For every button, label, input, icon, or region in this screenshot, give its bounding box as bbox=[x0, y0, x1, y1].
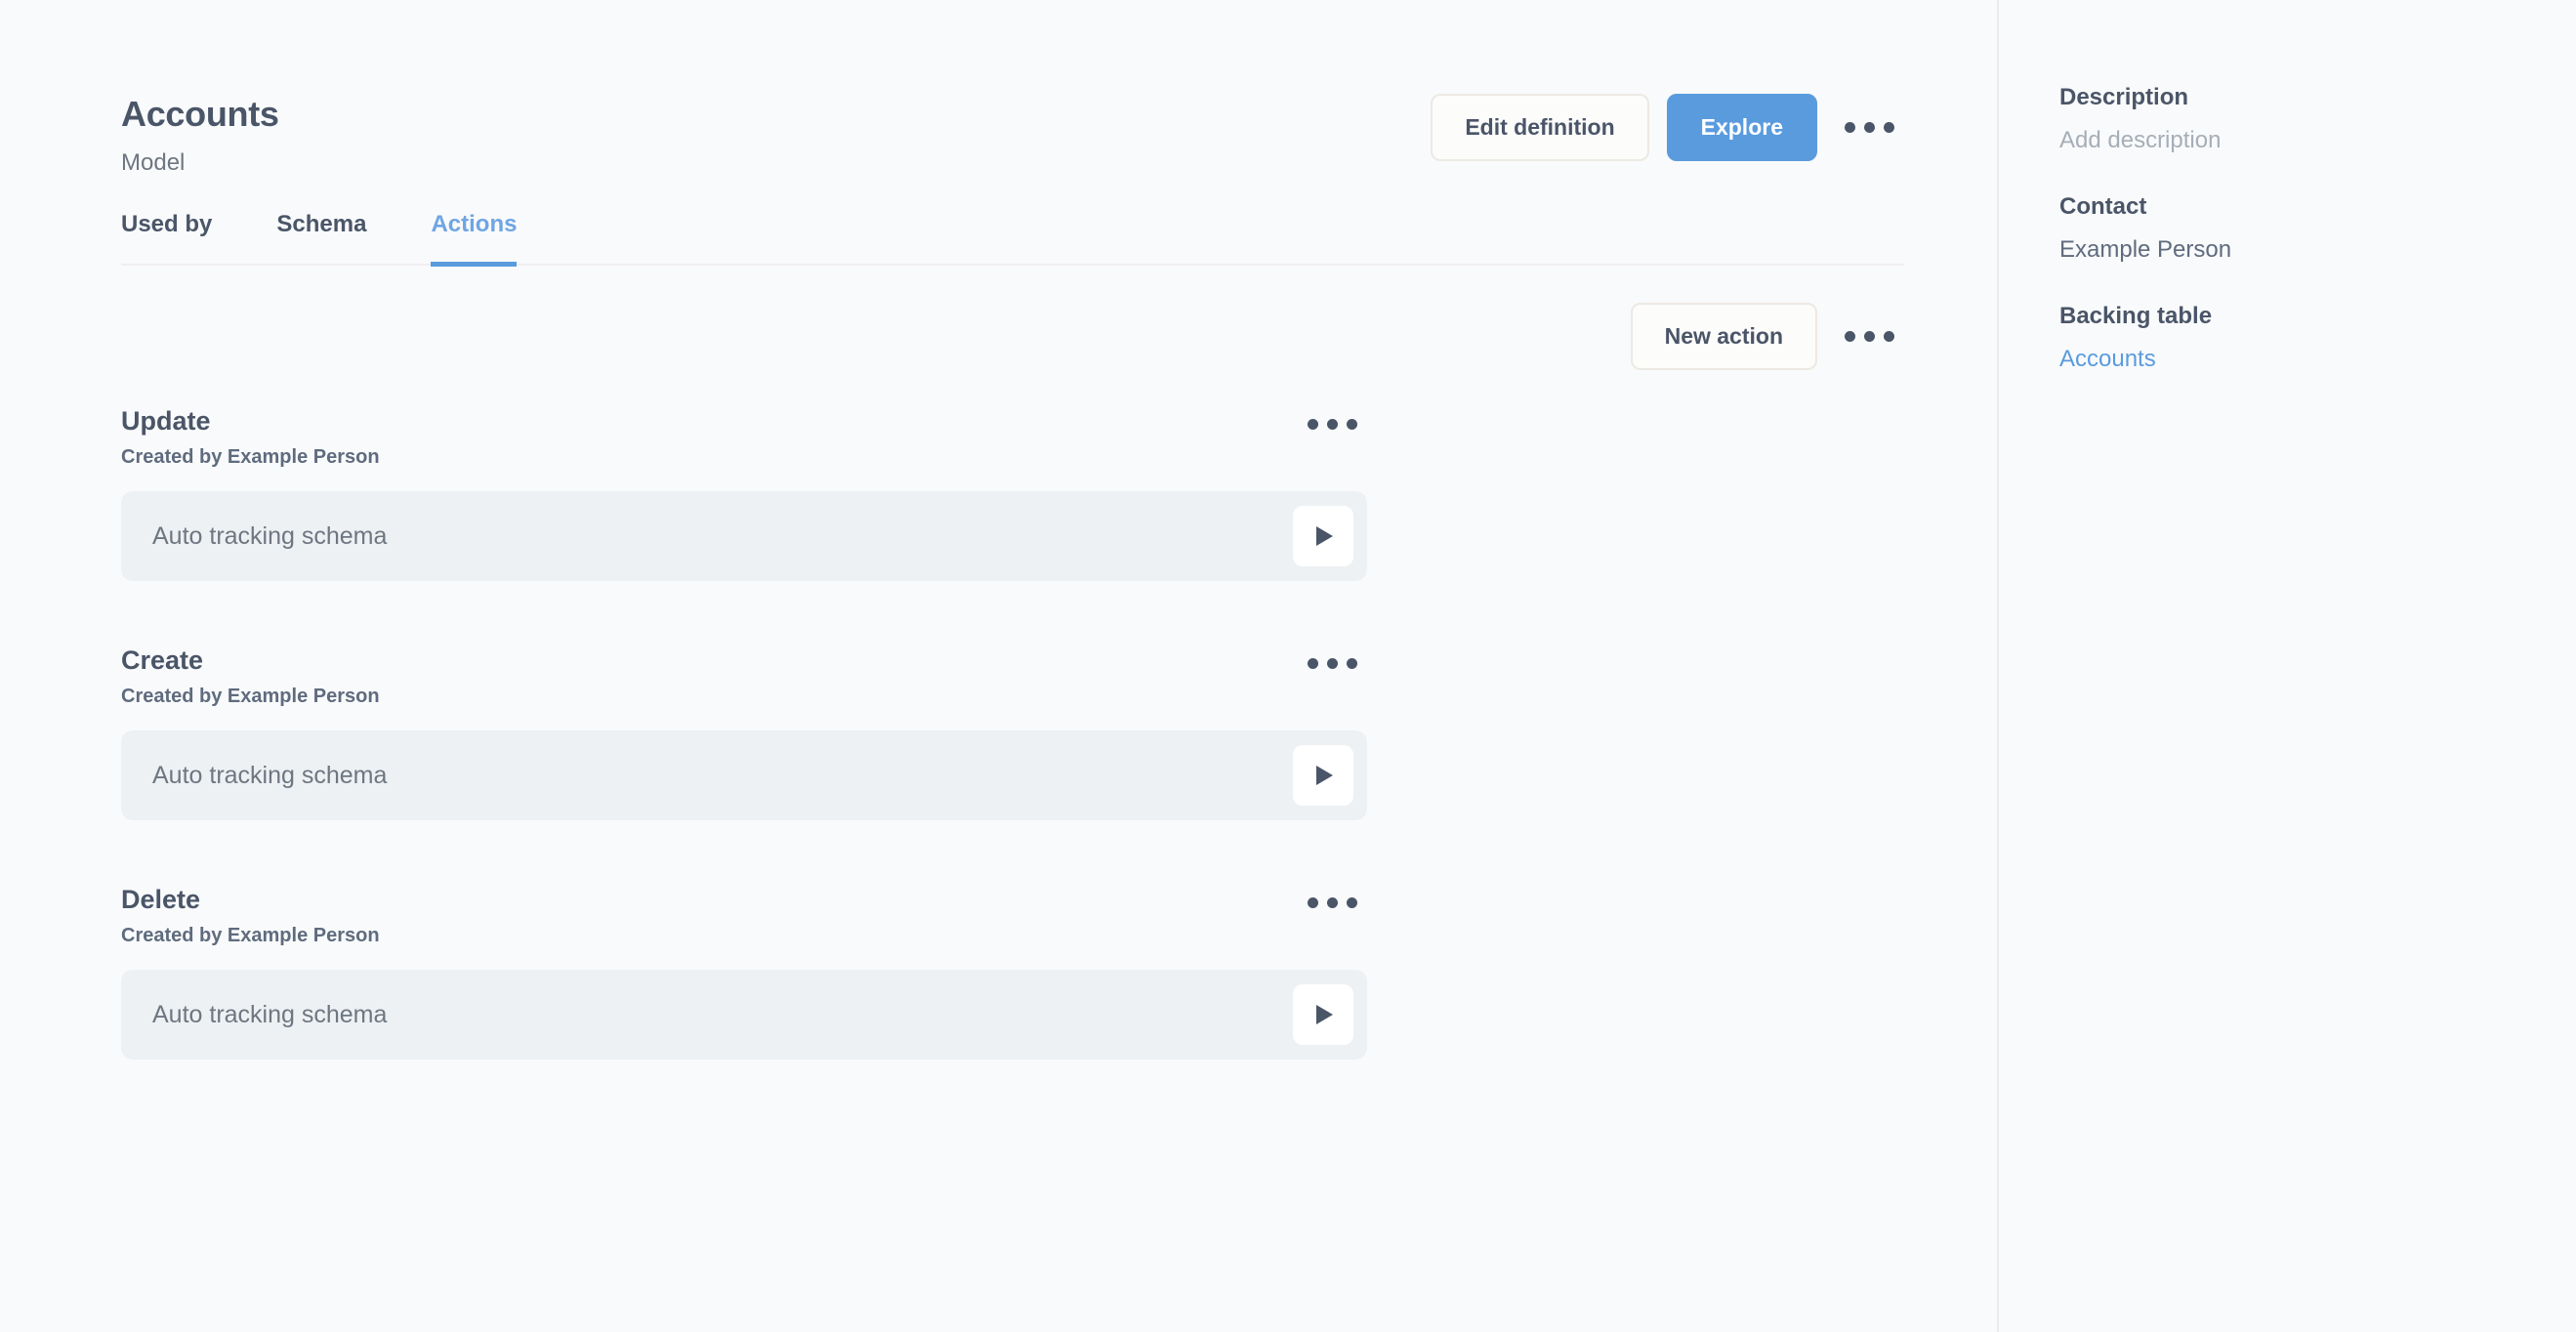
action-title-block: Create Created by Example Person bbox=[121, 645, 380, 708]
action-card-text: Auto tracking schema bbox=[152, 521, 387, 551]
actions-toolbar: New action bbox=[121, 303, 1904, 370]
tabs: Used by Schema Actions bbox=[121, 211, 1904, 264]
action-header: Update Created by Example Person bbox=[121, 405, 1367, 469]
ellipsis-icon bbox=[1327, 658, 1338, 669]
page-title: Accounts bbox=[121, 94, 279, 135]
actions-more-menu-button[interactable] bbox=[1835, 317, 1904, 355]
contact-value: Example Person bbox=[2059, 236, 2537, 264]
action-card-text: Auto tracking schema bbox=[152, 761, 387, 790]
description-label: Description bbox=[2059, 84, 2537, 111]
action-card[interactable]: Auto tracking schema bbox=[121, 491, 1367, 581]
edit-definition-button[interactable]: Edit definition bbox=[1431, 94, 1648, 161]
tab-actions[interactable]: Actions bbox=[431, 211, 517, 267]
action-meta: Created by Example Person bbox=[121, 445, 380, 469]
page-subtitle: Model bbox=[121, 149, 279, 177]
action-card-text: Auto tracking schema bbox=[152, 1000, 387, 1029]
ellipsis-icon bbox=[1884, 331, 1894, 342]
actions-list: Update Created by Example Person Auto tr… bbox=[121, 405, 1904, 1060]
contact-label: Contact bbox=[2059, 193, 2537, 221]
ellipsis-icon bbox=[1347, 897, 1357, 908]
description-group: Description Add description bbox=[2059, 84, 2537, 154]
add-description-button[interactable]: Add description bbox=[2059, 127, 2537, 154]
action-meta: Created by Example Person bbox=[121, 685, 380, 708]
info-sidebar: Description Add description Contact Exam… bbox=[1997, 0, 2576, 1332]
action-item: Create Created by Example Person Auto tr… bbox=[121, 645, 1904, 820]
action-title-block: Delete Created by Example Person bbox=[121, 884, 380, 947]
ellipsis-icon bbox=[1308, 897, 1318, 908]
title-block: Accounts Model bbox=[121, 84, 279, 177]
ellipsis-icon bbox=[1845, 331, 1855, 342]
run-action-button[interactable] bbox=[1293, 984, 1353, 1045]
contact-group: Contact Example Person bbox=[2059, 193, 2537, 264]
action-item: Update Created by Example Person Auto tr… bbox=[121, 405, 1904, 581]
play-icon bbox=[1309, 521, 1338, 551]
ellipsis-icon bbox=[1308, 658, 1318, 669]
ellipsis-icon bbox=[1864, 331, 1875, 342]
tab-used-by[interactable]: Used by bbox=[121, 211, 212, 267]
page-header: Accounts Model Edit definition Explore bbox=[121, 84, 1904, 174]
action-more-menu-button[interactable] bbox=[1298, 405, 1367, 443]
ellipsis-icon bbox=[1347, 658, 1357, 669]
ellipsis-icon bbox=[1347, 419, 1357, 430]
ellipsis-icon bbox=[1327, 419, 1338, 430]
action-more-menu-button[interactable] bbox=[1298, 884, 1367, 922]
tab-bar: Used by Schema Actions bbox=[121, 211, 1904, 266]
play-icon bbox=[1309, 761, 1338, 790]
ellipsis-icon bbox=[1884, 122, 1894, 133]
ellipsis-icon bbox=[1308, 419, 1318, 430]
header-actions: Edit definition Explore bbox=[1431, 84, 1904, 161]
action-header: Create Created by Example Person bbox=[121, 645, 1367, 708]
action-more-menu-button[interactable] bbox=[1298, 645, 1367, 683]
new-action-button[interactable]: New action bbox=[1631, 303, 1817, 370]
run-action-button[interactable] bbox=[1293, 506, 1353, 566]
explore-button[interactable]: Explore bbox=[1667, 94, 1817, 161]
header-more-menu-button[interactable] bbox=[1835, 108, 1904, 146]
action-name: Create bbox=[121, 645, 380, 676]
action-name: Delete bbox=[121, 884, 380, 915]
main-content: Accounts Model Edit definition Explore U… bbox=[0, 0, 1997, 1332]
ellipsis-icon bbox=[1327, 897, 1338, 908]
action-item: Delete Created by Example Person Auto tr… bbox=[121, 884, 1904, 1060]
model-detail-page: Accounts Model Edit definition Explore U… bbox=[0, 0, 2576, 1332]
action-name: Update bbox=[121, 405, 380, 437]
action-title-block: Update Created by Example Person bbox=[121, 405, 380, 469]
ellipsis-icon bbox=[1845, 122, 1855, 133]
backing-table-label: Backing table bbox=[2059, 303, 2537, 330]
action-card[interactable]: Auto tracking schema bbox=[121, 970, 1367, 1060]
backing-table-link[interactable]: Accounts bbox=[2059, 346, 2537, 373]
play-icon bbox=[1309, 1000, 1338, 1029]
ellipsis-icon bbox=[1864, 122, 1875, 133]
action-card[interactable]: Auto tracking schema bbox=[121, 730, 1367, 820]
tab-schema[interactable]: Schema bbox=[276, 211, 366, 267]
backing-table-group: Backing table Accounts bbox=[2059, 303, 2537, 373]
action-meta: Created by Example Person bbox=[121, 924, 380, 947]
run-action-button[interactable] bbox=[1293, 745, 1353, 806]
action-header: Delete Created by Example Person bbox=[121, 884, 1367, 947]
